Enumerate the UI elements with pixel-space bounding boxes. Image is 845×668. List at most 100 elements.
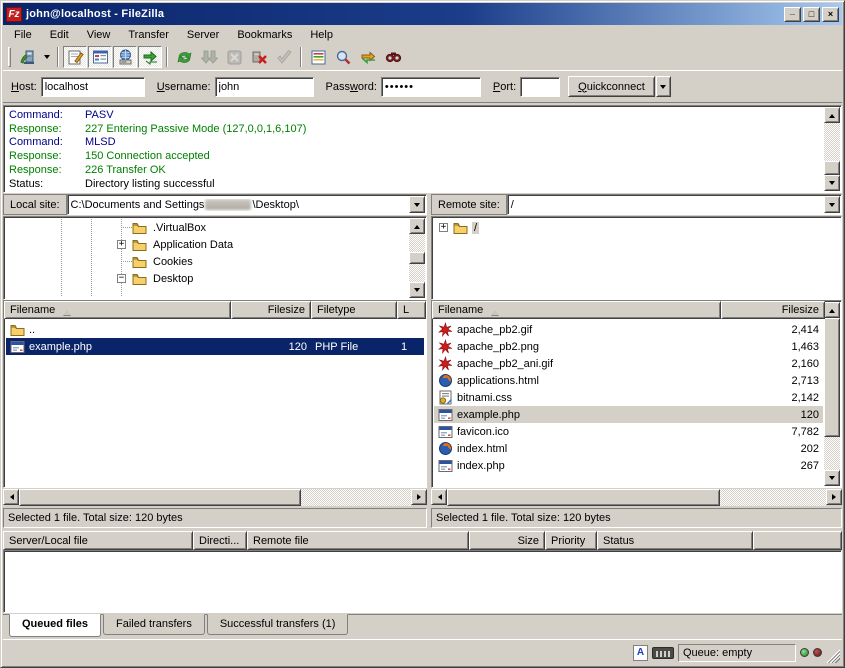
file-row[interactable]: apache_pb2.gif2,414: [434, 321, 823, 338]
menu-transfer[interactable]: Transfer: [119, 27, 178, 43]
directory-filters-icon[interactable]: [306, 46, 330, 68]
find-files-icon[interactable]: [381, 46, 405, 68]
quickconnect-bar: Host: Username: Password: Port: Quickcon…: [3, 71, 842, 103]
local-tree-scrollbar[interactable]: [409, 218, 425, 298]
toggle-local-tree-icon[interactable]: [88, 46, 112, 68]
tab-queued-files[interactable]: Queued files: [9, 614, 101, 637]
remote-hscrollbar[interactable]: [431, 489, 842, 506]
file-row-selected[interactable]: example.php 120 PHP File 1: [6, 338, 424, 355]
toolbar-grip[interactable]: [8, 47, 11, 67]
menu-view[interactable]: View: [78, 27, 120, 43]
file-row[interactable]: index.html202: [434, 440, 823, 457]
collapse-icon[interactable]: −: [117, 274, 126, 283]
scroll-down-icon[interactable]: [409, 282, 425, 298]
scroll-left-icon[interactable]: [3, 489, 19, 505]
site-manager-dropdown[interactable]: [40, 46, 53, 68]
minimize-button[interactable]: _: [784, 7, 801, 22]
tree-item-desktop[interactable]: − Desktop: [6, 270, 424, 287]
column-header-filetype[interactable]: Filetype: [311, 301, 397, 319]
scroll-thumb[interactable]: [824, 161, 840, 175]
process-queue-icon[interactable]: [197, 46, 221, 68]
menu-edit[interactable]: Edit: [41, 27, 78, 43]
column-header-filename[interactable]: Filename: [4, 301, 231, 319]
file-row[interactable]: favicon.ico7,782: [434, 423, 823, 440]
expand-icon[interactable]: +: [117, 240, 126, 249]
file-row[interactable]: applications.html2,713: [434, 372, 823, 389]
column-header-filename[interactable]: Filename: [432, 301, 721, 319]
disconnect-icon[interactable]: [247, 46, 271, 68]
column-header-size[interactable]: Size: [469, 531, 545, 550]
menu-bookmarks[interactable]: Bookmarks: [228, 27, 301, 43]
tab-successful-transfers[interactable]: Successful transfers (1): [207, 614, 349, 635]
column-header-filesize[interactable]: Filesize: [231, 301, 311, 319]
site-manager-icon[interactable]: [15, 46, 39, 68]
scroll-thumb[interactable]: [447, 489, 720, 506]
file-row[interactable]: apache_pb2_ani.gif2,160: [434, 355, 823, 372]
scroll-right-icon[interactable]: [826, 489, 842, 505]
column-header-server-local-file[interactable]: Server/Local file: [3, 531, 193, 550]
cancel-icon[interactable]: [222, 46, 246, 68]
toolbar-separator: [300, 47, 302, 67]
redacted-username: [205, 199, 251, 210]
resize-grip[interactable]: [826, 649, 840, 663]
menu-file[interactable]: File: [5, 27, 41, 43]
toggle-remote-tree-icon[interactable]: [113, 46, 137, 68]
username-input[interactable]: [215, 77, 314, 97]
log-line: Command:PASV: [9, 109, 823, 123]
column-header-last-modified[interactable]: L: [397, 301, 426, 319]
reconnect-icon[interactable]: [272, 46, 296, 68]
log-scrollbar[interactable]: [824, 107, 840, 191]
column-header-status[interactable]: Status: [597, 531, 753, 550]
scroll-thumb[interactable]: [824, 318, 840, 437]
file-row[interactable]: bitnami.css2,142: [434, 389, 823, 406]
file-row[interactable]: index.php267: [434, 457, 823, 474]
window-title: john@localhost - FileZilla: [26, 8, 784, 20]
maximize-button[interactable]: □: [803, 7, 820, 22]
column-header-direction[interactable]: Directi...: [193, 531, 247, 550]
host-input[interactable]: [41, 77, 145, 97]
expand-icon[interactable]: +: [439, 223, 448, 232]
scroll-up-icon[interactable]: [409, 218, 425, 234]
quickconnect-button[interactable]: Quickconnect: [568, 76, 655, 97]
close-button[interactable]: ×: [822, 7, 839, 22]
port-input[interactable]: [520, 77, 560, 97]
scroll-down-icon[interactable]: [824, 470, 840, 486]
local-status-text: Selected 1 file. Total size: 120 bytes: [3, 508, 427, 528]
scroll-thumb[interactable]: [409, 252, 425, 264]
menu-help[interactable]: Help: [301, 27, 342, 43]
column-header-filesize[interactable]: Filesize: [721, 301, 825, 319]
tree-item-application-data[interactable]: + Application Data: [6, 236, 424, 253]
column-header-priority[interactable]: Priority: [545, 531, 597, 550]
tree-item-cookies[interactable]: Cookies: [6, 253, 424, 270]
menu-server[interactable]: Server: [178, 27, 228, 43]
remote-list-scrollbar[interactable]: [824, 302, 840, 486]
remote-site-combo[interactable]: /: [507, 194, 842, 215]
toggle-transfer-queue-icon[interactable]: [138, 46, 162, 68]
scroll-up-icon[interactable]: [824, 107, 840, 123]
app-icon[interactable]: Fz: [6, 7, 22, 22]
file-row[interactable]: apache_pb2.png1,463: [434, 338, 823, 355]
scroll-down-icon[interactable]: [824, 175, 840, 191]
tree-item-root[interactable]: + /: [434, 219, 839, 236]
column-header-remote-file[interactable]: Remote file: [247, 531, 469, 550]
scroll-thumb[interactable]: [19, 489, 301, 506]
local-site-dropdown[interactable]: [409, 196, 425, 213]
local-hscrollbar[interactable]: [3, 489, 427, 506]
password-input[interactable]: [381, 77, 481, 97]
scroll-left-icon[interactable]: [431, 489, 447, 505]
quickconnect-dropdown[interactable]: [656, 76, 671, 97]
queue-list[interactable]: [3, 550, 842, 613]
remote-site-dropdown[interactable]: [824, 196, 840, 213]
refresh-icon[interactable]: [172, 46, 196, 68]
scroll-right-icon[interactable]: [411, 489, 427, 505]
local-site-combo[interactable]: C:\Documents and Settings\Desktop\: [67, 194, 427, 215]
title-bar[interactable]: Fz john@localhost - FileZilla _ □ ×: [3, 3, 842, 25]
file-row-selected[interactable]: example.php120: [434, 406, 823, 423]
file-row[interactable]: ..: [6, 321, 424, 338]
tree-item-virtualbox[interactable]: .VirtualBox: [6, 219, 424, 236]
directory-comparison-icon[interactable]: [331, 46, 355, 68]
toggle-message-log-icon[interactable]: [63, 46, 87, 68]
synchronized-browsing-icon[interactable]: [356, 46, 380, 68]
log-line: Response:150 Connection accepted: [9, 150, 823, 164]
tab-failed-transfers[interactable]: Failed transfers: [103, 614, 205, 635]
